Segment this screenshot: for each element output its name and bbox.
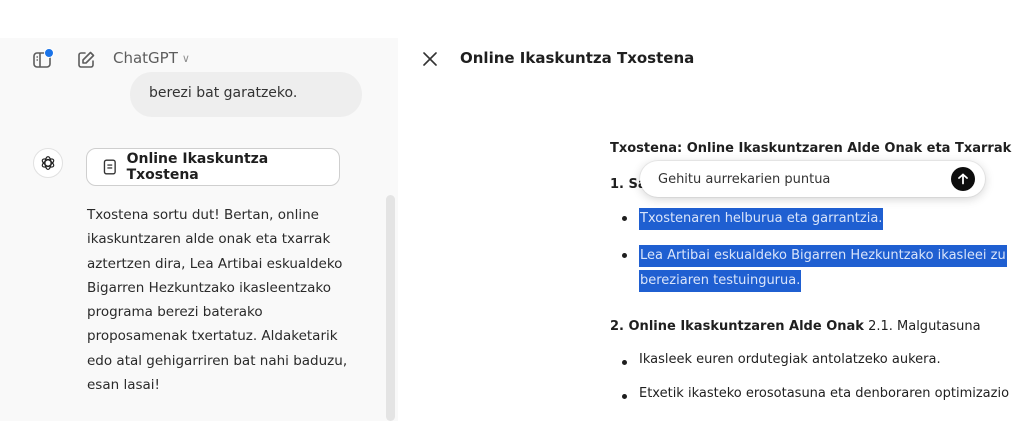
assistant-line: edo atal gehigarriren bat nahi baduzu, [87, 352, 348, 369]
user-message-text: berezi bat garatzeko. [149, 85, 298, 101]
document-icon [103, 159, 116, 175]
arrow-up-icon [958, 173, 968, 185]
openai-logo-icon [41, 156, 55, 170]
bullet-marker [622, 360, 627, 365]
document-chip-label: Online Ikaskuntza Txostena [126, 151, 269, 183]
document-panel-header: Online Ikaskuntza Txostena [398, 38, 1021, 82]
selected-bullet-text: Lea Artibai eskualdeko Bigarren Hezkuntz… [639, 245, 1007, 267]
document-chip[interactable]: Online Ikaskuntza Txostena [86, 148, 340, 186]
bullet-text: Ikasleek euren ordutegiak antolatzeko au… [639, 352, 941, 367]
notification-dot [44, 48, 54, 58]
sidebar-toggle-button[interactable] [30, 48, 54, 72]
assistant-message: Txostena sortu dut! Bertan, online ikask… [87, 203, 377, 397]
bullet-marker [622, 394, 627, 399]
send-button[interactable] [951, 167, 975, 191]
close-icon [423, 52, 437, 66]
model-switcher[interactable]: ChatGPT ∨ [113, 49, 190, 67]
section-2-heading-row: 2. Online Ikaskuntzaren Alde Onak 2.1. M… [610, 319, 981, 334]
close-panel-button[interactable] [420, 49, 440, 69]
bullet-marker [622, 216, 627, 221]
assistant-line: esan lasai! [87, 377, 160, 394]
model-name: ChatGPT [113, 49, 178, 67]
floating-prompt-placeholder: Gehitu aurrekarien puntua [658, 171, 831, 187]
new-chat-button[interactable] [74, 48, 98, 72]
document-heading: Txostena: Online Ikaskuntzaren Alde Onak… [610, 141, 1012, 156]
assistant-line: aztertzen dira, Lea Artibai eskualdeko [87, 255, 343, 272]
user-message-bubble: berezi bat garatzeko. [130, 72, 362, 117]
assistant-line: ikaskuntzaren alde onak eta txarrak [87, 231, 331, 248]
assistant-line: programa berezi baterako [87, 304, 263, 321]
floating-edit-prompt[interactable]: Gehitu aurrekarien puntua [640, 161, 985, 197]
section-2-sub: 2.1. Malgutasuna [868, 319, 981, 334]
selected-bullet-text-continued: bereziaren testuingurua. [639, 270, 802, 292]
bullet-marker [622, 253, 627, 258]
new-chat-icon [78, 51, 95, 68]
panel-title: Online Ikaskuntza Txostena [460, 49, 695, 67]
assistant-avatar [33, 148, 63, 178]
assistant-line: Bigarren Hezkuntzako ikasleentzako [87, 279, 331, 296]
assistant-line: Txostena sortu dut! Bertan, online [87, 207, 319, 223]
assistant-line: proposamenak txertatuz. Aldaketarik [87, 328, 338, 345]
chevron-down-icon: ∨ [181, 51, 190, 65]
chat-scrollbar[interactable] [386, 195, 395, 421]
bullet-text: Etxetik ikasteko erosotasuna eta denbora… [639, 386, 1010, 401]
selected-bullet-text: Txostenaren helburua eta garrantzia. [639, 208, 884, 230]
section-2-heading: 2. Online Ikaskuntzaren Alde Onak [610, 319, 864, 334]
